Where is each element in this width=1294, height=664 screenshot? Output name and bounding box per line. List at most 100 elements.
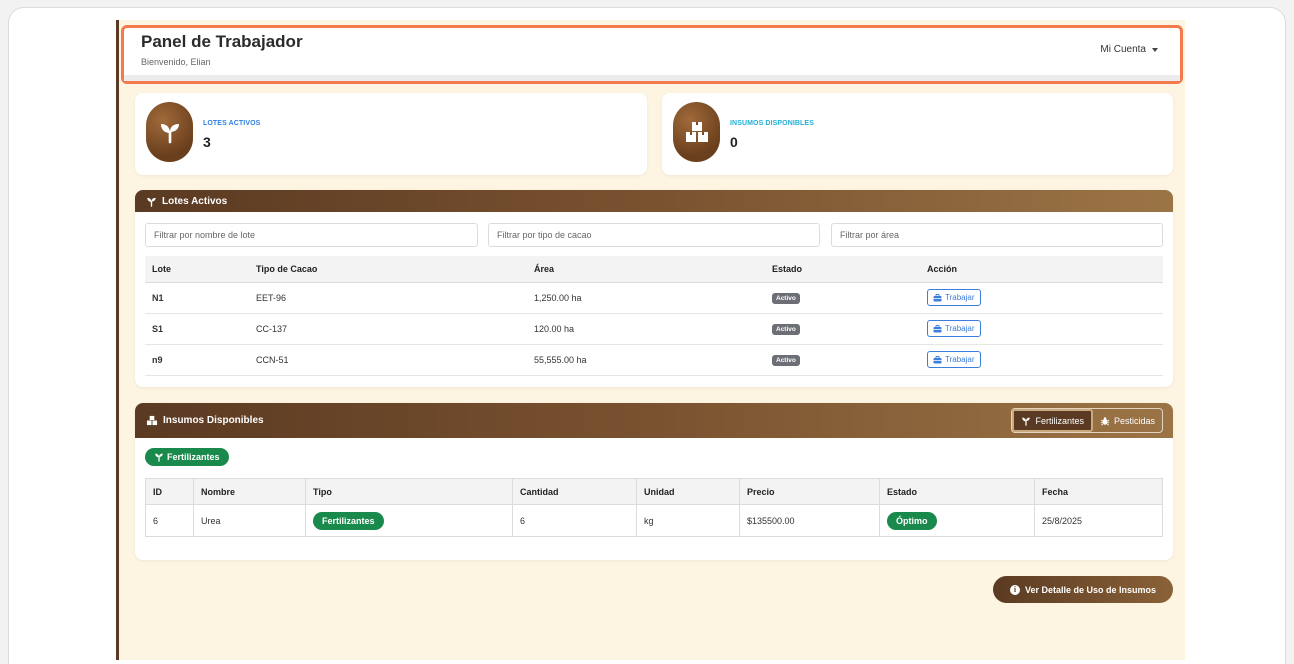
table-row: 6 Urea Fertilizantes 6 kg $135500.00 Ópt… — [145, 504, 1163, 537]
stat-label-lotes: LOTES ACTIVOS — [203, 120, 261, 127]
cell-tipo: Fertilizantes — [305, 504, 513, 537]
ver-detalle-label: Ver Detalle de Uso de Insumos — [1024, 584, 1157, 595]
cell-accion: Trabajar — [920, 282, 1163, 314]
trabajar-button[interactable]: Trabajar — [927, 320, 981, 337]
navbar-shadow — [124, 75, 1180, 81]
column-header: Lote — [145, 256, 249, 282]
account-label: Mi Cuenta — [1100, 44, 1146, 55]
cell-tipo: CC-137 — [249, 313, 527, 345]
toggle-fertilizantes-label: Fertilizantes — [1035, 415, 1084, 426]
status-badge: Activo — [772, 323, 800, 335]
lotes-filters — [145, 223, 1163, 247]
status-badge: Óptimo — [887, 511, 937, 530]
table-row: S1 CC-137 120.00 ha Activo Trabajar — [145, 313, 1163, 345]
column-header: Fecha — [1034, 478, 1163, 505]
seedling-icon — [1022, 417, 1031, 426]
column-header: Área — [527, 256, 765, 282]
insumos-panel: Insumos Disponibles Fertilizantes Pestic… — [135, 403, 1173, 560]
cell-estado: Activo — [765, 282, 920, 314]
category-pill-wrap: Fertilizantes — [145, 448, 229, 467]
trabajar-label: Trabajar — [945, 293, 975, 302]
seedling-icon — [146, 102, 193, 162]
insumo-type-toggle: Fertilizantes Pesticidas — [1011, 408, 1163, 433]
cell-tipo: CCN-51 — [249, 344, 527, 376]
column-header: Tipo — [305, 478, 513, 505]
insumos-panel-header: Insumos Disponibles Fertilizantes Pestic… — [135, 403, 1173, 438]
cell-lote: n9 — [145, 344, 249, 376]
tipo-badge: Fertilizantes — [313, 511, 384, 530]
column-header: Tipo de Cacao — [249, 256, 527, 282]
briefcase-icon — [933, 355, 942, 363]
trabajar-button[interactable]: Trabajar — [927, 351, 981, 368]
cell-fecha: 25/8/2025 — [1034, 504, 1163, 537]
column-header: Precio — [739, 478, 880, 505]
cell-area: 120.00 ha — [527, 313, 765, 345]
caret-down-icon — [1152, 47, 1158, 52]
briefcase-icon — [933, 324, 942, 332]
status-badge: Activo — [772, 354, 800, 366]
table-row: N1 EET-96 1,250.00 ha Activo Trabajar — [145, 282, 1163, 314]
lotes-table: Lote Tipo de Cacao Área Estado Acción N1… — [145, 256, 1163, 376]
filter-nombre-input[interactable] — [145, 223, 478, 247]
column-header: Acción — [920, 256, 1163, 282]
cell-estado: Óptimo — [879, 504, 1035, 537]
cell-nombre: Urea — [193, 504, 306, 537]
insumos-panel-title: Insumos Disponibles — [163, 415, 264, 426]
status-badge: Activo — [772, 292, 800, 304]
cell-unidad: kg — [636, 504, 740, 537]
top-navbar: Panel de Trabajador Bienvenido, Elian Mi… — [121, 25, 1183, 84]
stat-value-insumos: 0 — [730, 134, 738, 150]
welcome-text: Bienvenido, Elian — [141, 57, 211, 67]
table-row: n9 CCN-51 55,555.00 ha Activo Trabajar — [145, 344, 1163, 376]
ver-detalle-button[interactable]: i Ver Detalle de Uso de Insumos — [993, 576, 1173, 603]
toggle-pesticidas[interactable]: Pesticidas — [1093, 409, 1162, 432]
stat-card-lotes: LOTES ACTIVOS 3 — [135, 93, 647, 175]
account-dropdown[interactable]: Mi Cuenta — [1100, 44, 1158, 55]
column-header: Estado — [765, 256, 920, 282]
cell-precio: $135500.00 — [739, 504, 880, 537]
cell-area: 55,555.00 ha — [527, 344, 765, 376]
column-header: ID — [145, 478, 194, 505]
seedling-icon — [155, 453, 163, 462]
filter-tipo-input[interactable] — [488, 223, 820, 247]
lotes-panel-header: Lotes Activos — [135, 190, 1173, 212]
page-title: Panel de Trabajador — [141, 32, 303, 51]
cell-tipo: EET-96 — [249, 282, 527, 314]
stat-card-insumos: INSUMOS DISPONIBLES 0 — [662, 93, 1173, 175]
cell-estado: Activo — [765, 344, 920, 376]
briefcase-icon — [933, 293, 942, 301]
info-icon: i — [1009, 584, 1020, 595]
insumos-table: ID Nombre Tipo Cantidad Unidad Precio Es… — [145, 478, 1163, 537]
cell-lote: S1 — [145, 313, 249, 345]
toggle-fertilizantes[interactable]: Fertilizantes — [1012, 409, 1093, 432]
cell-id: 6 — [145, 504, 194, 537]
cell-lote: N1 — [145, 282, 249, 314]
column-header: Cantidad — [512, 478, 637, 505]
cell-accion: Trabajar — [920, 313, 1163, 345]
boxes-icon — [146, 415, 158, 426]
column-header: Nombre — [193, 478, 306, 505]
trabajar-label: Trabajar — [945, 324, 975, 333]
lotes-panel-title: Lotes Activos — [162, 195, 228, 207]
toggle-pesticidas-label: Pesticidas — [1113, 415, 1155, 426]
cell-area: 1,250.00 ha — [527, 282, 765, 314]
cell-estado: Activo — [765, 313, 920, 345]
lotes-panel: Lotes Activos Lote Tipo de Cacao Área Es… — [135, 190, 1173, 387]
stat-value-lotes: 3 — [203, 134, 211, 150]
cell-accion: Trabajar — [920, 344, 1163, 376]
table-header-row: Lote Tipo de Cacao Área Estado Acción — [145, 256, 1163, 282]
table-header-row: ID Nombre Tipo Cantidad Unidad Precio Es… — [145, 478, 1163, 505]
column-header: Estado — [879, 478, 1035, 505]
boxes-icon — [673, 102, 720, 162]
column-header: Unidad — [636, 478, 740, 505]
bug-icon — [1100, 416, 1110, 425]
category-pill: Fertilizantes — [145, 448, 229, 466]
filter-area-input[interactable] — [831, 223, 1163, 247]
stat-label-insumos: INSUMOS DISPONIBLES — [730, 120, 814, 127]
category-pill-label: Fertilizantes — [167, 452, 220, 462]
seedling-icon — [147, 197, 156, 207]
trabajar-label: Trabajar — [945, 355, 975, 364]
trabajar-button[interactable]: Trabajar — [927, 289, 981, 306]
cell-cantidad: 6 — [512, 504, 637, 537]
sidebar-edge — [116, 20, 119, 660]
